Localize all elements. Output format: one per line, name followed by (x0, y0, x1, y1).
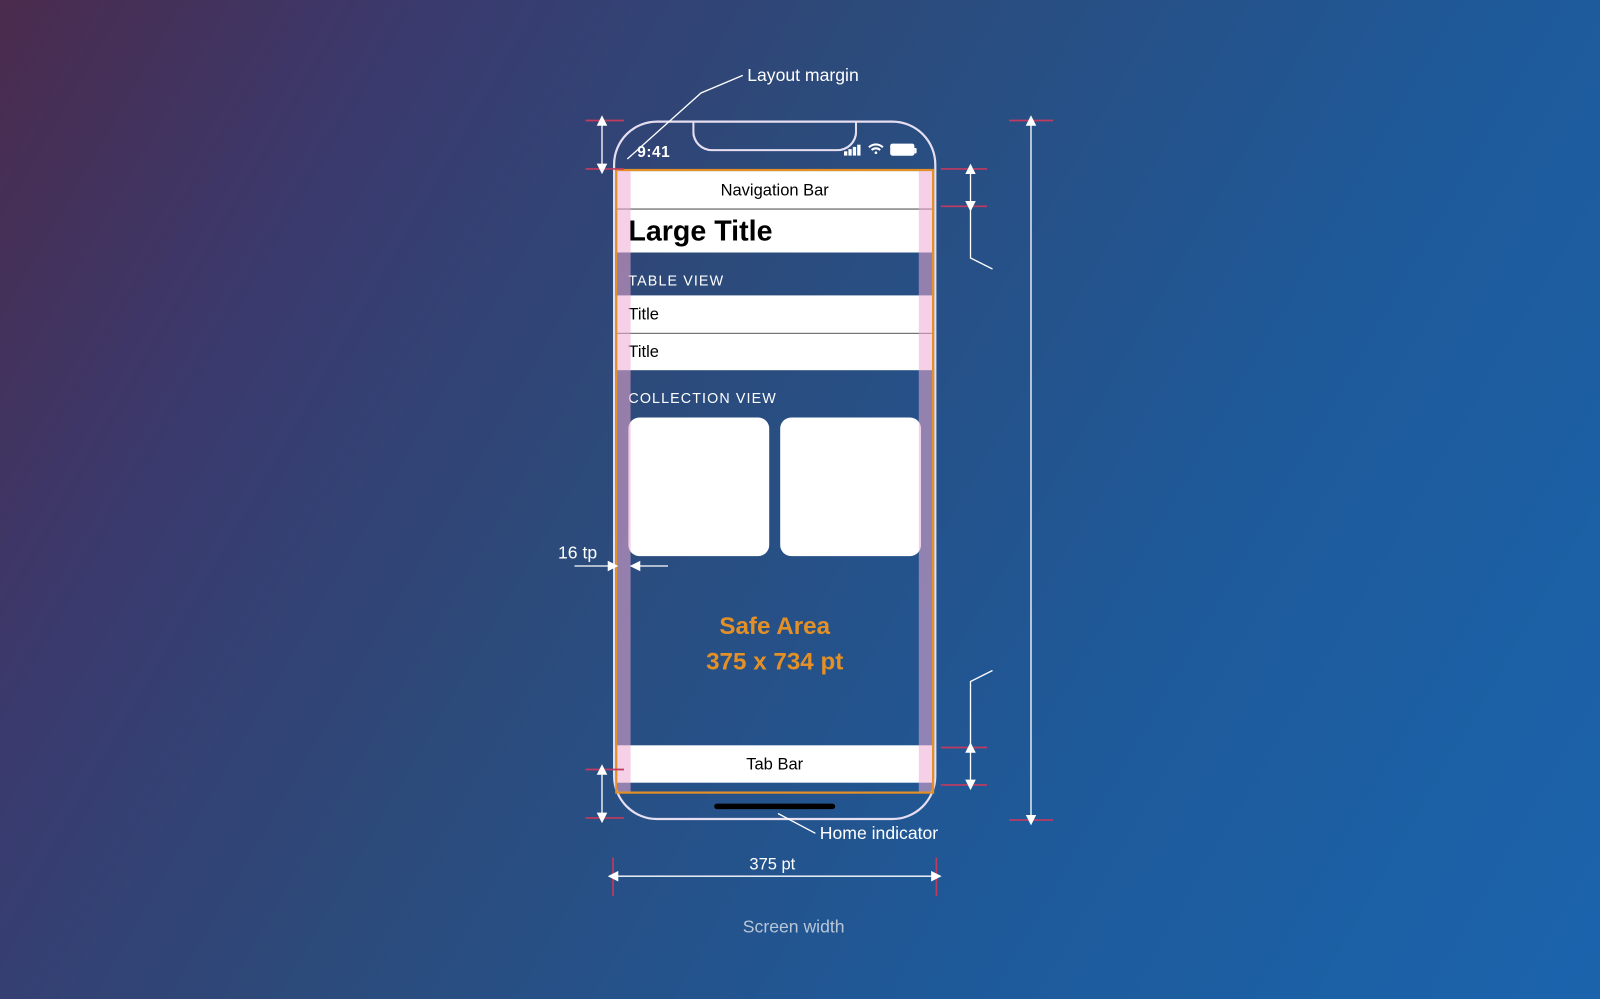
dim-total-width: 375 pt (749, 855, 795, 873)
collection-card (628, 417, 769, 556)
table-row-label: Title (628, 304, 659, 323)
table-view: Title Title (615, 295, 934, 370)
status-icons (844, 142, 914, 155)
navigation-bar-label: Navigation Bar (721, 180, 829, 199)
label-layout-margin: Layout margin (747, 66, 859, 86)
collection-card (780, 417, 921, 556)
phone-screen: 9:41 Navigation Bar Large Title TABLE VI… (615, 122, 934, 817)
phone-frame: 9:41 Navigation Bar Large Title TABLE VI… (613, 120, 936, 820)
large-title-label: Large Title (628, 214, 772, 248)
battery-icon (890, 143, 914, 155)
large-title: Large Title (615, 208, 934, 252)
table-view-header: TABLE VIEW (615, 252, 934, 295)
navigation-bar: Navigation Bar (615, 171, 934, 208)
table-row-label: Title (628, 342, 659, 361)
safe-area-line1: Safe Area (615, 608, 934, 643)
label-margin-value: 16 tp (558, 544, 597, 564)
tab-bar-label: Tab Bar (746, 754, 803, 773)
home-indicator (714, 803, 835, 809)
collection-view-header: COLLECTION VIEW (615, 370, 934, 413)
safe-area-label: Safe Area 375 x 734 pt (615, 608, 934, 678)
label-screen-width: Screen width (743, 918, 845, 938)
safe-area-line2: 375 x 734 pt (615, 643, 934, 678)
table-row: Title (615, 295, 934, 332)
phone-notch (692, 120, 857, 151)
table-row: Title (615, 332, 934, 369)
diagram-stage: 9:41 Navigation Bar Large Title TABLE VI… (140, 49, 1460, 951)
label-home-indicator: Home indicator (820, 824, 938, 844)
collection-view (615, 413, 934, 556)
wifi-icon (867, 142, 885, 155)
tab-bar: Tab Bar (615, 745, 934, 782)
status-time: 9:41 (637, 142, 670, 160)
